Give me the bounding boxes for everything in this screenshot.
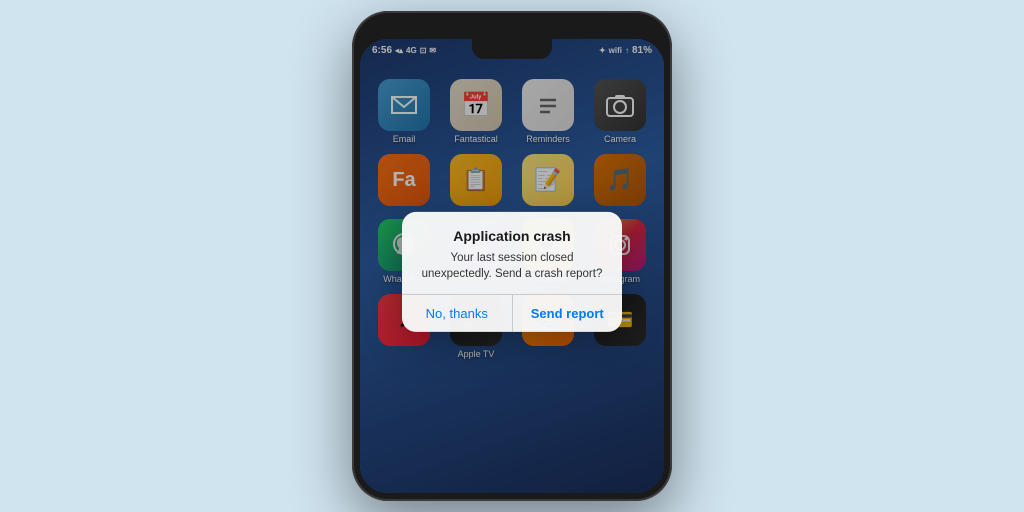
alert-content: Application crash Your last session clos… [402,212,622,294]
phone-wrapper: 6:56 ◂▴ 4G ⊡ ✉ ✦ wifi ↑ 81% [352,11,672,501]
alert-message: Your last session closed unexpectedly. S… [418,250,606,282]
notch [472,39,552,59]
cancel-button[interactable]: No, thanks [402,295,513,332]
phone-screen: 6:56 ◂▴ 4G ⊡ ✉ ✦ wifi ↑ 81% [360,39,664,493]
phone-body: 6:56 ◂▴ 4G ⊡ ✉ ✦ wifi ↑ 81% [352,11,672,501]
page-background: 6:56 ◂▴ 4G ⊡ ✉ ✦ wifi ↑ 81% [0,0,1024,512]
send-report-button[interactable]: Send report [513,295,623,332]
alert-title: Application crash [418,228,606,244]
alert-dialog: Application crash Your last session clos… [402,212,622,332]
alert-buttons: No, thanks Send report [402,295,622,332]
